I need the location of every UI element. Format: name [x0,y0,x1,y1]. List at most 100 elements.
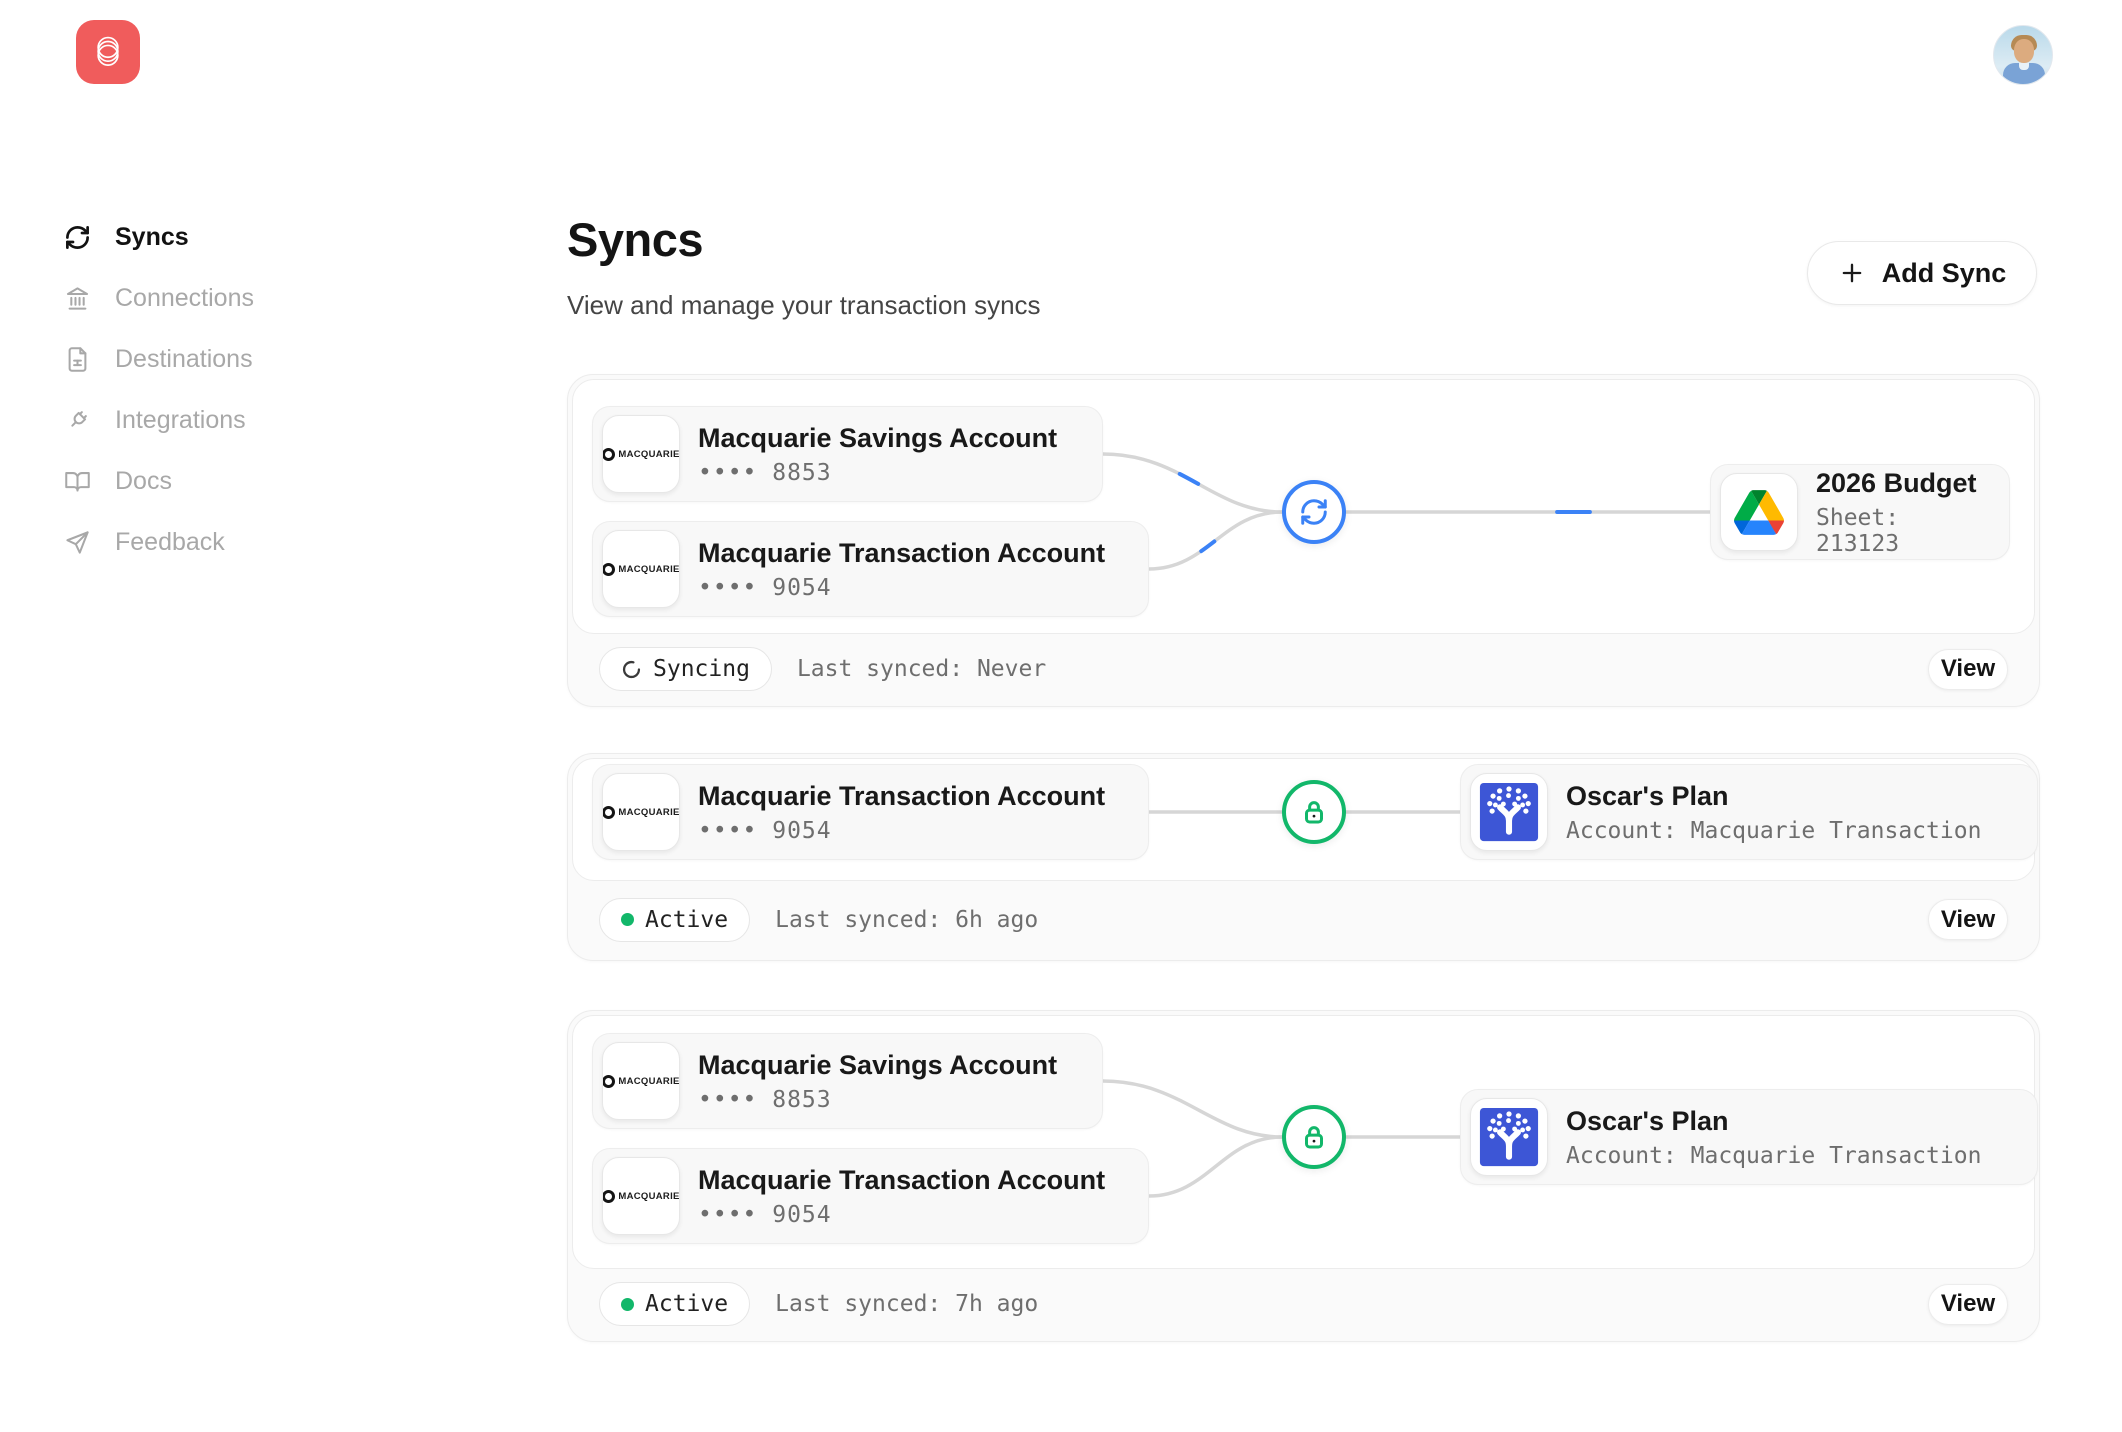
account-name: Macquarie Transaction Account [698,780,1105,814]
sidebar-item-label: Destinations [115,345,253,374]
account-number-masked: •••• 9054 [698,818,1105,844]
sidebar-item-docs[interactable]: Docs [64,463,254,499]
source-account-box[interactable]: MACQUARIE Macquarie Transaction Account … [592,764,1149,860]
status-label: Active [645,907,728,933]
add-sync-label: Add Sync [1882,258,2007,289]
destination-box[interactable]: Oscar's Plan Account: Macquarie Transact… [1460,1089,2038,1185]
google-drive-icon [1720,473,1798,551]
sync-icon [1299,497,1329,527]
destination-box[interactable]: Oscar's Plan Account: Macquarie Transact… [1460,764,2038,860]
destination-name: Oscar's Plan [1566,1105,1981,1139]
view-button[interactable]: View [1928,1284,2008,1325]
card-footer: Active Last synced: 7h ago View [568,1267,2039,1341]
sync-icon [64,224,91,251]
macquarie-wordmark: MACQUARIE [618,807,679,818]
google-drive-glyph [1734,490,1784,535]
source-account-box[interactable]: MACQUARIE Macquarie Savings Account ••••… [592,1033,1103,1129]
destination-detail: Account: Macquarie Transaction [1566,818,1981,844]
status-badge: Active [599,898,750,942]
user-avatar[interactable] [1993,25,2053,85]
source-account-box[interactable]: MACQUARIE Macquarie Savings Account ••••… [592,406,1103,502]
last-synced-text: Last synced: 7h ago [775,1291,1038,1317]
status-label: Syncing [653,656,750,682]
destination-name: Oscar's Plan [1566,780,1981,814]
sidebar-item-integrations[interactable]: Integrations [64,402,254,438]
ynab-icon [1470,773,1548,851]
account-name: Macquarie Savings Account [698,422,1057,456]
lock-node[interactable] [1282,780,1346,844]
avatar-collar [2019,63,2029,70]
card-footer: Syncing Last synced: Never View [568,632,2039,706]
spinner-icon [621,659,642,680]
account-number-masked: •••• 9054 [698,575,1105,601]
sidebar-item-label: Docs [115,467,172,496]
sidebar-item-label: Integrations [115,406,246,435]
ynab-tree-glyph [1479,1107,1539,1167]
status-badge: Syncing [599,647,772,691]
ynab-icon [1470,1098,1548,1176]
source-account-box[interactable]: MACQUARIE Macquarie Transaction Account … [592,1148,1149,1244]
source-account-box[interactable]: MACQUARIE Macquarie Transaction Account … [592,521,1149,617]
sidebar-item-feedback[interactable]: Feedback [64,524,254,560]
last-synced-text: Last synced: Never [797,656,1046,682]
macquarie-logo-icon: MACQUARIE [602,530,680,608]
card-footer: Active Last synced: 6h ago View [568,879,2039,960]
plug-icon [64,407,91,434]
avatar-face [2014,39,2034,63]
macquarie-ring-icon [602,448,615,461]
ynab-tree-glyph [1479,782,1539,842]
macquarie-ring-icon [602,1190,615,1203]
app-logo[interactable] [76,20,140,84]
macquarie-wordmark: MACQUARIE [618,1076,679,1087]
sidebar-item-syncs[interactable]: Syncs [64,219,254,255]
sidebar-item-destinations[interactable]: Destinations [64,341,254,377]
account-number-masked: •••• 8853 [698,460,1057,486]
account-number-masked: •••• 8853 [698,1087,1057,1113]
macquarie-logo-icon: MACQUARIE [602,1157,680,1235]
destination-box[interactable]: 2026 Budget Sheet: 213123 [1710,464,2010,560]
sidebar-item-label: Feedback [115,528,225,557]
lock-node[interactable] [1282,1105,1346,1169]
destination-detail: Sheet: 213123 [1816,505,1983,557]
spreadsheet-file-icon [64,346,91,373]
syncs-page: Syncs Connections Destinations Integrati… [0,0,2122,1432]
last-synced-text: Last synced: 6h ago [775,907,1038,933]
account-name: Macquarie Transaction Account [698,537,1105,571]
sync-card: MACQUARIE Macquarie Savings Account ••••… [567,1010,2040,1342]
paper-plane-icon [64,529,91,556]
rings-logo-icon [87,31,129,73]
destination-detail: Account: Macquarie Transaction [1566,1143,1981,1169]
status-label: Active [645,1291,728,1317]
open-book-icon [64,468,91,495]
macquarie-wordmark: MACQUARIE [618,1191,679,1202]
page-title: Syncs [567,212,703,267]
macquarie-wordmark: MACQUARIE [618,449,679,460]
macquarie-logo-icon: MACQUARIE [602,773,680,851]
sync-node[interactable] [1282,480,1346,544]
macquarie-wordmark: MACQUARIE [618,564,679,575]
macquarie-logo-icon: MACQUARIE [602,415,680,493]
bank-icon [64,285,91,312]
macquarie-ring-icon [602,806,615,819]
page-subtitle: View and manage your transaction syncs [567,290,1041,321]
destination-name: 2026 Budget [1816,467,1983,501]
account-name: Macquarie Transaction Account [698,1164,1105,1198]
sync-card: MACQUARIE Macquarie Savings Account ••••… [567,374,2040,707]
account-number-masked: •••• 9054 [698,1202,1105,1228]
add-sync-button[interactable]: Add Sync [1807,241,2037,305]
view-button[interactable]: View [1928,899,2008,940]
plus-icon [1838,259,1866,287]
status-badge: Active [599,1282,750,1326]
lock-icon [1299,1122,1329,1152]
account-name: Macquarie Savings Account [698,1049,1057,1083]
active-dot-icon [621,1298,634,1311]
sync-card: MACQUARIE Macquarie Transaction Account … [567,753,2040,961]
sidebar-item-connections[interactable]: Connections [64,280,254,316]
macquarie-ring-icon [602,563,615,576]
macquarie-ring-icon [602,1075,615,1088]
sidebar-item-label: Connections [115,284,254,313]
active-dot-icon [621,913,634,926]
sidebar: Syncs Connections Destinations Integrati… [64,219,254,560]
sidebar-item-label: Syncs [115,223,189,252]
view-button[interactable]: View [1928,649,2008,690]
